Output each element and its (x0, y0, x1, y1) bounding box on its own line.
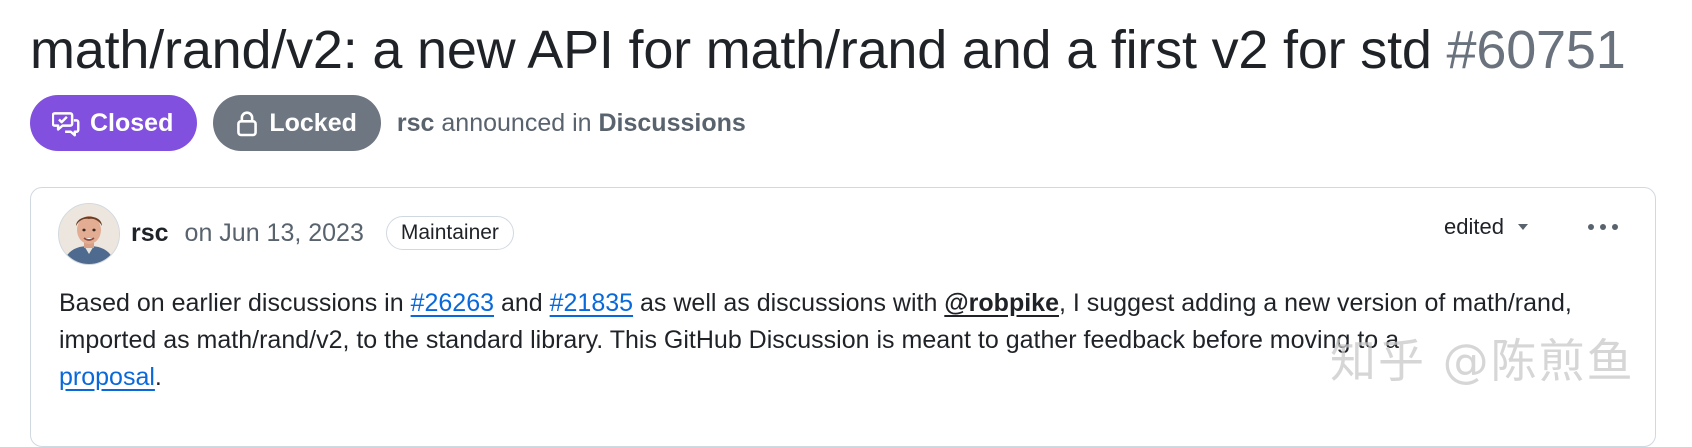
post-header: rsc on Jun 13, 2023 Maintainer (131, 208, 514, 258)
closed-badge: Closed (30, 95, 198, 151)
discussion-closed-icon (52, 109, 80, 137)
post-author[interactable]: rsc (131, 219, 169, 248)
issue-link-26263[interactable]: #26263 (411, 289, 494, 317)
status-row: Closed Locked rsc announced in Discussio… (30, 95, 746, 151)
announced-text: announced in (441, 108, 592, 137)
maintainer-badge: Maintainer (385, 216, 514, 250)
edited-label: edited (1444, 214, 1504, 239)
discussion-post: rsc on Jun 13, 2023 Maintainer edited Ba… (30, 187, 1656, 447)
triangle-down-icon (1516, 222, 1530, 232)
proposal-link[interactable]: proposal (59, 363, 155, 391)
title-text: math/rand/v2: a new API for math/rand an… (30, 20, 1432, 80)
body-text-1: Based on earlier discussions in (59, 289, 411, 317)
lock-icon (235, 109, 259, 137)
body-text-2: and (494, 289, 550, 317)
post-date[interactable]: on Jun 13, 2023 (185, 219, 364, 248)
user-mention[interactable]: @robpike (944, 289, 1059, 317)
announcer-link[interactable]: rsc (397, 109, 435, 137)
edited-history-button[interactable]: edited (1444, 212, 1530, 242)
locked-badge: Locked (213, 95, 381, 151)
watermark: 知乎 @陈煎鱼 (1330, 334, 1635, 388)
announcement-line: rsc announced in Discussions (397, 109, 746, 138)
locked-label: Locked (269, 108, 357, 137)
body-text-5: . (154, 363, 162, 391)
discussion-title: math/rand/v2: a new API for math/rand an… (30, 10, 1626, 90)
category-link[interactable]: Discussions (598, 109, 745, 137)
avatar[interactable] (58, 203, 120, 265)
closed-label: Closed (90, 108, 174, 137)
issue-link-21835[interactable]: #21835 (550, 289, 633, 317)
more-options-button[interactable] (1583, 212, 1623, 242)
body-text-3: as well as discussions with (633, 289, 945, 317)
kebab-horizontal-icon (1587, 218, 1619, 236)
discussion-number: #60751 (1446, 20, 1626, 80)
